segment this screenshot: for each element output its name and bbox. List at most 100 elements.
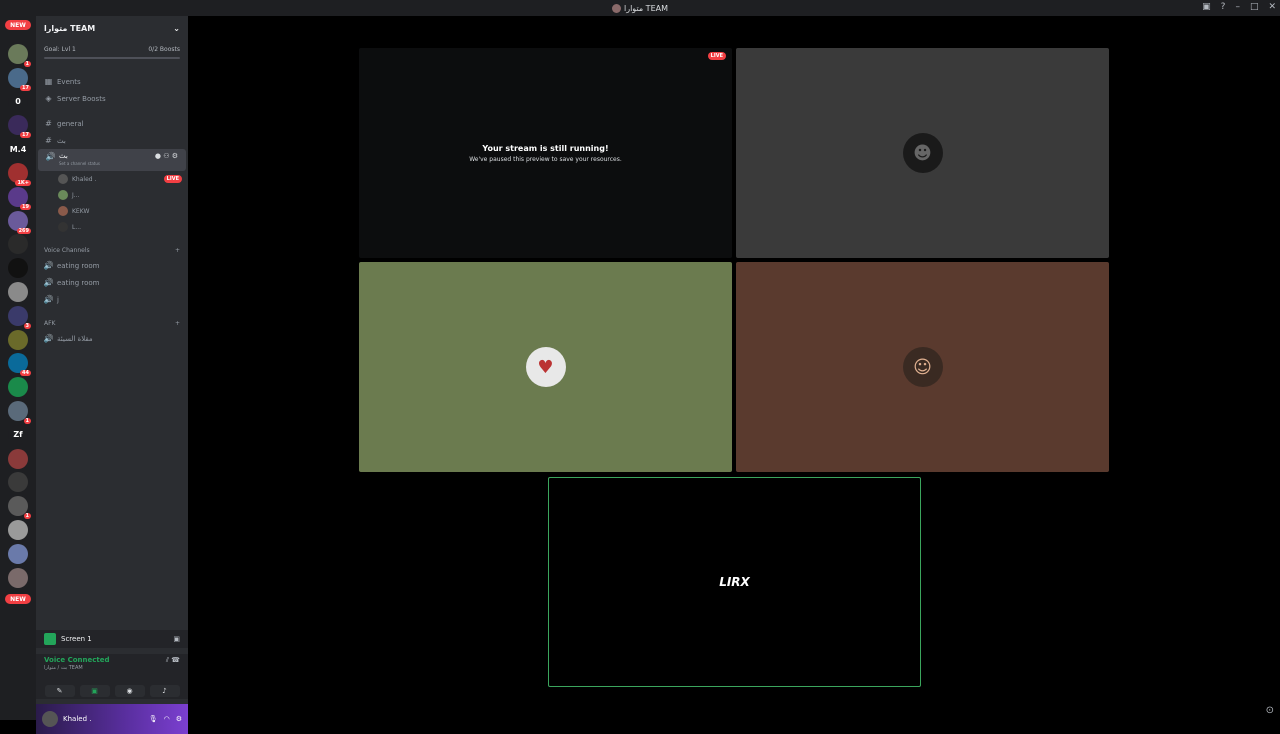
server-icon[interactable] — [8, 448, 28, 469]
logo-text: LIRX — [719, 575, 750, 589]
server-icon[interactable] — [8, 472, 28, 493]
avatar — [58, 222, 68, 232]
close-icon[interactable]: ✕ — [1268, 2, 1276, 12]
window-title: متوارا TEAM — [624, 3, 668, 13]
server-icon[interactable]: 17 — [8, 67, 31, 91]
minimize-icon[interactable]: – — [1235, 2, 1240, 12]
server-icon[interactable]: 1 — [8, 496, 31, 520]
server-icon[interactable] — [8, 567, 28, 588]
voice-location: بث / متوارا TEAM — [44, 665, 83, 671]
disconnect-icon[interactable]: ⫽ ☎ — [166, 656, 180, 665]
speaker-icon: 🔊 — [43, 334, 54, 343]
gear-icon[interactable]: ⚙ — [176, 715, 182, 723]
server-icon[interactable]: 19 — [8, 186, 31, 210]
speaker-icon: 🔊 — [45, 152, 56, 161]
server-icon[interactable] — [8, 520, 28, 540]
voice-user[interactable]: Khaled . LIVE — [36, 171, 188, 187]
voice-channel[interactable]: 🔊 eating room — [36, 274, 188, 291]
avatar[interactable] — [42, 711, 58, 727]
server-boosts-item[interactable]: ◈ Server Boosts — [36, 90, 188, 107]
server-icon[interactable] — [8, 543, 28, 564]
screen-share-panel[interactable]: Screen 1 ▣ — [36, 630, 188, 648]
user-name[interactable]: Khaled . — [63, 715, 149, 723]
add-channel-icon[interactable]: + — [175, 320, 180, 327]
voice-stage: LIVE Your stream is still running! We've… — [188, 16, 1280, 720]
active-voice-channel[interactable]: 🔊 بث Set a channel status ● ⚇ ⚙ — [38, 149, 186, 171]
server-name: متوارا TEAM — [44, 23, 96, 33]
server-icon[interactable]: 3 — [8, 305, 31, 329]
participant-tile[interactable]: ☻ — [736, 48, 1109, 258]
voice-user-list: Khaled . LIVE J... KEKW L... — [36, 171, 188, 235]
share-screen-icon[interactable]: ▣ — [79, 684, 110, 697]
mention-badge: 1K+ — [15, 180, 31, 186]
user-icon: ♥ — [537, 356, 554, 378]
mention-badge: 269 — [16, 227, 31, 234]
stream-tile[interactable]: LIVE Your stream is still running! We've… — [359, 48, 732, 258]
boosts-count: 0/2 Boosts — [148, 46, 180, 53]
voice-user[interactable]: J... — [36, 187, 188, 203]
server-icon[interactable] — [8, 329, 28, 350]
voice-channel[interactable]: 🔊 j — [36, 291, 188, 308]
stop-stream-icon[interactable]: ▣ — [173, 635, 180, 643]
mention-badge: 17 — [20, 132, 31, 139]
user-icon: ☻ — [913, 142, 932, 164]
voice-status[interactable]: Voice Connected — [44, 656, 110, 665]
server-label: 0 — [15, 97, 21, 107]
afk-category[interactable]: AFK + — [36, 316, 188, 330]
fullscreen-icon[interactable]: ⊙ — [1266, 705, 1274, 716]
chat-icon[interactable]: ● ⚇ ⚙ — [155, 152, 178, 160]
soundboard-icon[interactable]: ♪ — [149, 684, 180, 697]
voice-user[interactable]: KEKW — [36, 203, 188, 219]
stream-title: Your stream is still running! — [482, 143, 609, 153]
activity-icon[interactable]: ◉ — [114, 684, 145, 697]
channel-status-hint[interactable]: Set a channel status — [59, 161, 155, 166]
boost-goal[interactable]: Goal: Lvl 1 0/2 Boosts — [36, 46, 188, 53]
server-icon[interactable]: 17 — [8, 115, 31, 139]
server-icon[interactable] — [8, 234, 28, 255]
new-badge: NEW — [5, 20, 31, 30]
server-icon[interactable] — [8, 282, 28, 302]
server-icon[interactable]: M.4 — [8, 139, 28, 160]
voice-user[interactable]: L... — [36, 219, 188, 235]
calendar-icon: ▦ — [44, 77, 53, 86]
mention-badge: 44 — [20, 370, 31, 377]
user-icon: ☺ — [913, 356, 932, 378]
channel-bt[interactable]: # بث — [36, 132, 188, 149]
server-icon[interactable]: 44 — [8, 353, 31, 377]
avatar: ☺ — [902, 347, 943, 387]
mic-icon[interactable]: 🎙 — [149, 715, 158, 723]
server-icon[interactable]: 1 — [8, 401, 31, 424]
help-icon[interactable]: ? — [1221, 2, 1226, 12]
new-badge: NEW — [5, 594, 31, 604]
add-channel-icon[interactable]: + — [175, 247, 180, 254]
server-icon[interactable]: 269 — [8, 210, 31, 234]
inbox-icon[interactable]: ▣ — [1202, 2, 1211, 12]
voice-category[interactable]: Voice Channels + — [36, 243, 188, 257]
mention-badge: 1 — [23, 513, 31, 520]
server-icon[interactable] — [8, 258, 28, 279]
headphones-icon[interactable]: ◠ — [164, 715, 170, 723]
server-icon[interactable]: 1 — [8, 44, 31, 67]
speaking-tile[interactable]: LIRX — [548, 477, 921, 687]
events-item[interactable]: ▦ Events — [36, 73, 188, 90]
speaker-icon: 🔊 — [43, 278, 54, 287]
avatar — [58, 174, 68, 184]
server-list: NEW NEW 1 17 0 17 M.4 1K+ 19 269 3 44 1 Zf 1 — [0, 16, 36, 720]
server-icon[interactable] — [8, 377, 28, 398]
live-badge: LIVE — [707, 52, 726, 60]
server-icon[interactable]: Zf — [8, 424, 28, 445]
mention-badge: 1 — [23, 61, 31, 67]
voice-channel[interactable]: 🔊 eating room — [36, 257, 188, 274]
server-icon[interactable]: 0 — [8, 91, 28, 112]
afk-channel[interactable]: 🔊 مقلاة السيئة — [36, 330, 188, 347]
server-header[interactable]: متوارا TEAM ⌄ — [36, 16, 188, 40]
channel-general[interactable]: # general — [36, 115, 188, 132]
participant-tile[interactable]: ♥ — [359, 262, 732, 472]
camera-icon[interactable]: ✎ — [44, 684, 75, 697]
voice-channel-list: 🔊 eating room 🔊 eating room 🔊 j — [36, 257, 188, 308]
voice-actions: ✎ ▣ ◉ ♪ — [36, 682, 188, 699]
server-icon[interactable]: 1K+ — [8, 163, 31, 186]
voice-channel-name: j — [57, 295, 59, 304]
maximize-icon[interactable]: □ — [1250, 2, 1259, 12]
participant-tile[interactable]: ☺ — [736, 262, 1109, 472]
